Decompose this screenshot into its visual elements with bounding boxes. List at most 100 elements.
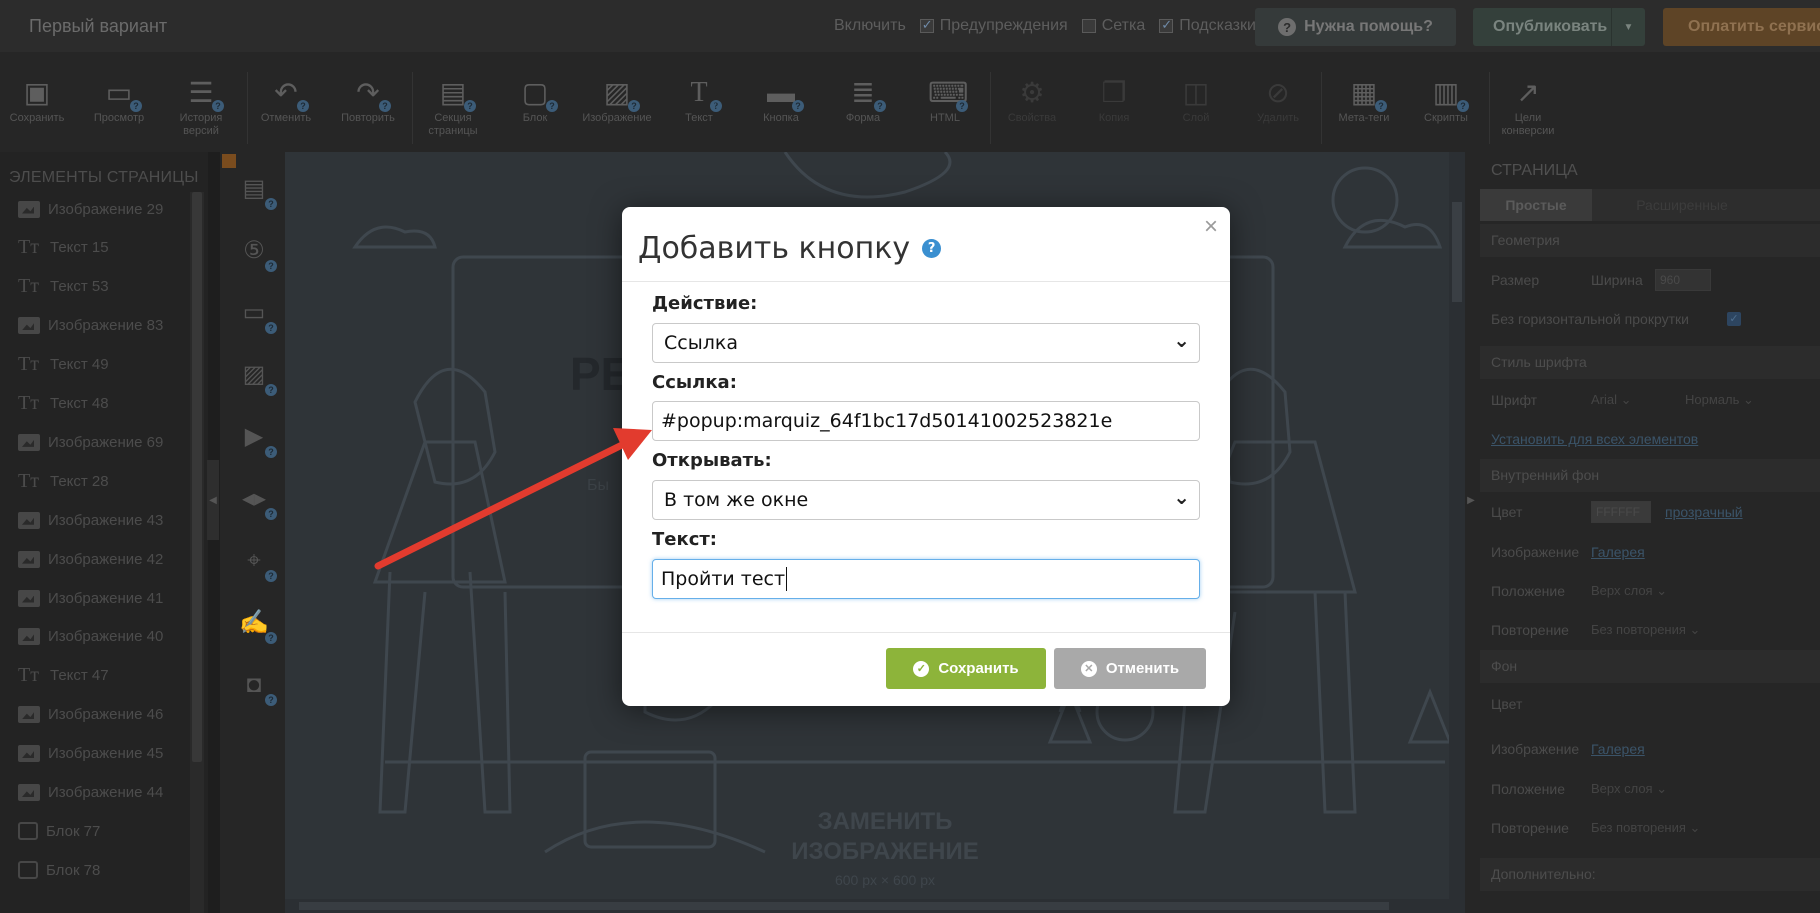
tab-advanced[interactable]: Расширенные <box>1592 189 1772 221</box>
page-element-item[interactable]: Изображение 43 <box>18 506 163 534</box>
scrollbar-thumb[interactable] <box>299 902 1389 910</box>
width-label: Ширина <box>1591 272 1643 288</box>
font-select[interactable]: Arial ⌄ <box>1591 389 1632 411</box>
help-icon[interactable]: ? <box>922 239 942 258</box>
set-all-elements-link[interactable]: Установить для всех элементов <box>1491 429 1698 449</box>
widget-wallet-icon[interactable]: ◘? <box>237 668 277 706</box>
page-element-item[interactable]: Изображение 42 <box>18 545 163 573</box>
document-title[interactable]: Первый вариант <box>29 16 167 37</box>
page-element-item[interactable]: Tт Текст 53 <box>18 273 109 301</box>
toolbar-delete[interactable]: ⊘ Удалить <box>1237 76 1319 125</box>
section-inner-background[interactable]: Внутренний фон <box>1480 459 1820 492</box>
page-element-item[interactable]: Tт Текст 47 <box>18 662 109 690</box>
scrollbar-thumb[interactable] <box>1452 202 1462 302</box>
width-input[interactable]: 960 <box>1655 269 1711 291</box>
collapse-right-panel-handle[interactable]: ▶ <box>1465 485 1477 515</box>
toolbar-form[interactable]: ≣? Форма <box>822 76 904 125</box>
no-hscroll-checkbox[interactable]: ✓ <box>1727 312 1741 326</box>
section-geometry[interactable]: Геометрия <box>1480 224 1820 257</box>
widget-window-icon[interactable]: ▭? <box>237 296 277 334</box>
font-weight-select[interactable]: Нормаль ⌄ <box>1685 389 1754 411</box>
toolbar-preview[interactable]: ▭? Просмотр <box>78 76 160 125</box>
page-element-item[interactable]: Изображение 45 <box>18 740 163 768</box>
toolbar-undo[interactable]: ↶? Отменить <box>245 76 327 125</box>
gallery-link[interactable]: Галерея <box>1591 739 1645 759</box>
page-element-item[interactable]: Tт Текст 28 <box>18 467 109 495</box>
repeat-select[interactable]: Без повторения ⌄ <box>1591 619 1700 641</box>
widget-map-icon[interactable]: ⌖? <box>237 544 277 582</box>
open-in-select-value: В том же окне <box>664 489 809 511</box>
section-font-style[interactable]: Стиль шрифта <box>1480 346 1820 379</box>
widget-signature-icon[interactable]: ✍? <box>237 606 277 644</box>
widget-timer-icon[interactable]: ⑤? <box>237 234 277 272</box>
toolbar-button[interactable]: ▬? Кнопка <box>740 76 822 125</box>
toolbar-label: Изображение <box>582 112 652 124</box>
page-element-item[interactable]: Изображение 46 <box>18 701 163 729</box>
page-element-item[interactable]: Изображение 69 <box>18 428 163 456</box>
position-select[interactable]: Верх слоя ⌄ <box>1591 778 1667 800</box>
toolbar-redo[interactable]: ↷? Повторить <box>327 76 409 125</box>
hints-checkbox[interactable] <box>1159 17 1174 33</box>
replace-image-placeholder[interactable]: ЗАМЕНИТЬ ИЗОБРАЖЕНИЕ <box>785 807 985 867</box>
tab-simple[interactable]: Простые <box>1480 189 1592 221</box>
toolbar-scripts[interactable]: ▥? Скрипты <box>1405 76 1487 125</box>
toolbar-meta-tags[interactable]: ▦? Мета-теги <box>1323 76 1405 125</box>
page-element-item[interactable]: Блок 78 <box>18 856 100 884</box>
toolbar-history[interactable]: ☰? История версий <box>160 76 242 138</box>
toolbar-text[interactable]: T? Текст <box>658 76 740 125</box>
button-text-input[interactable]: Пройти тест <box>652 559 1200 599</box>
page-element-item[interactable]: Изображение 44 <box>18 779 163 807</box>
toolbar-label: Форма <box>845 112 881 124</box>
section-extra[interactable]: Дополнительно: <box>1480 858 1820 891</box>
toolbar-image[interactable]: ▨? Изображение <box>576 76 658 125</box>
open-in-select[interactable]: В том же окне <box>652 480 1200 520</box>
toolbar-copy[interactable]: ❐ Копия <box>1073 76 1155 125</box>
page-element-item[interactable]: Tт Текст 49 <box>18 351 109 379</box>
elements-scrollbar[interactable] <box>190 192 204 913</box>
help-button[interactable]: ? Нужна помощь? <box>1255 8 1456 46</box>
canvas-horizontal-scrollbar[interactable] <box>285 899 1449 913</box>
code-icon: ⌨? <box>928 77 969 112</box>
transparent-link[interactable]: прозрачный <box>1665 502 1743 522</box>
color-input[interactable]: FFFFFF <box>1591 501 1651 523</box>
toolbar-section[interactable]: ▤? Секция страницы <box>412 76 494 138</box>
publish-button[interactable]: Опубликовать ▼ <box>1473 8 1645 46</box>
page-element-item[interactable]: Tт Текст 15 <box>18 234 109 262</box>
page-element-label: Текст 15 <box>50 239 109 257</box>
repeat-select[interactable]: Без повторения ⌄ <box>1591 817 1700 839</box>
chevron-down-icon[interactable]: ▼ <box>1611 8 1645 46</box>
link-input[interactable]: #popup:marquiz_64f1bc17d50141002523821e <box>652 401 1200 441</box>
grid-checkbox[interactable] <box>1081 19 1096 33</box>
widget-gallery-icon[interactable]: ▨? <box>237 358 277 396</box>
canvas-vertical-scrollbar[interactable] <box>1449 152 1465 913</box>
page-element-item[interactable]: Изображение 40 <box>18 623 163 651</box>
gallery-link[interactable]: Галерея <box>1591 542 1645 562</box>
toolbar-properties[interactable]: ⚙ Свойства <box>991 76 1073 125</box>
cancel-button[interactable]: ✕ Отменить <box>1054 648 1206 689</box>
toolbar-layer[interactable]: ◫ Слой <box>1155 76 1237 125</box>
save-button[interactable]: ✓ Сохранить <box>886 648 1046 689</box>
action-select[interactable]: Ссылка <box>652 323 1200 363</box>
toolbar-save[interactable]: ▣ Сохранить <box>0 76 78 125</box>
pay-service-button[interactable]: Оплатить сервис <box>1663 8 1820 46</box>
section-background[interactable]: Фон <box>1480 650 1820 683</box>
widget-form-icon[interactable]: ▤? <box>237 172 277 210</box>
toolbar-html[interactable]: ⌨? HTML <box>904 76 986 125</box>
widget-slider-icon[interactable]: ◂▸? <box>237 482 277 520</box>
page-element-item[interactable]: Изображение 41 <box>18 584 163 612</box>
close-icon[interactable]: × <box>1204 215 1218 239</box>
position-select[interactable]: Верх слоя ⌄ <box>1591 580 1667 602</box>
page-element-item[interactable]: Изображение 83 <box>18 312 163 340</box>
warnings-checkbox[interactable] <box>919 17 934 33</box>
history-icon: ☰? <box>184 76 224 112</box>
scrollbar-thumb[interactable] <box>192 192 202 762</box>
collapse-left-panel-handle[interactable]: ◀ <box>207 460 219 540</box>
action-select-value: Ссылка <box>664 332 738 354</box>
toolbar-block[interactable]: ▢? Блок <box>494 76 576 125</box>
page-element-item[interactable]: Блок 77 <box>18 817 100 845</box>
page-element-item[interactable]: Tт Текст 48 <box>18 390 109 418</box>
widget-youtube-icon[interactable]: ▶? <box>237 420 277 458</box>
toolbar-goals[interactable]: ↗ Цели конверсии <box>1487 76 1569 138</box>
page-element-item[interactable]: Изображение 29 <box>18 195 163 223</box>
canvas-subtitle[interactable]: Бы <box>587 477 609 495</box>
